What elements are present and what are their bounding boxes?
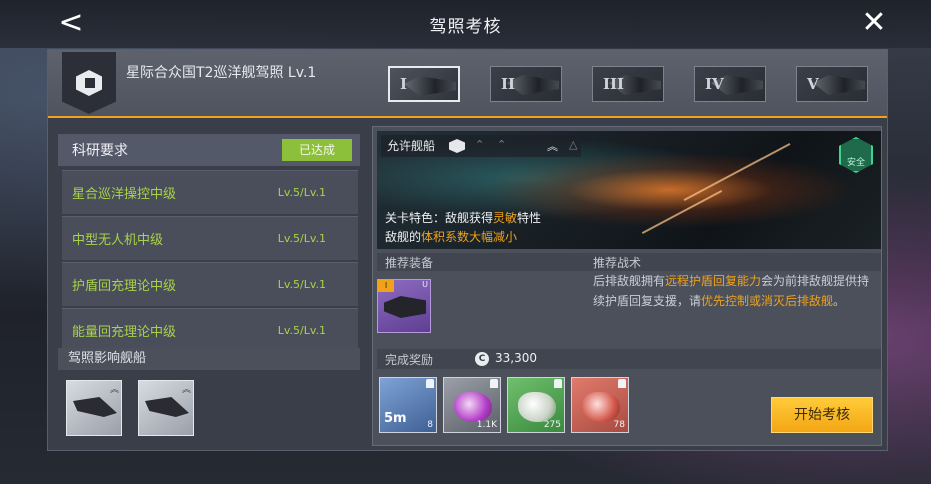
reward-item-ore[interactable]: 275 xyxy=(507,377,565,433)
license-badge-icon xyxy=(62,52,116,114)
ship-icon xyxy=(404,76,456,96)
lock-icon xyxy=(490,379,498,388)
speedup-duration: 5m xyxy=(384,411,407,426)
equipment-level-tag: I xyxy=(378,280,394,292)
license-name: 星际合众国T2巡洋舰驾照 Lv.1 xyxy=(126,65,317,81)
recommended-tactics-title: 推荐战术 xyxy=(593,256,642,270)
stage-preview: 允许舰船 ⌃ ⌃ ︽ △ 安全 关卡特色：敌舰获得灵敏特性 敌舰的体积系数大幅减… xyxy=(377,131,881,249)
scene-streak xyxy=(683,142,791,202)
requirement-item[interactable]: 星合巡洋操控中级 Lv.5/Lv.1 xyxy=(62,170,358,214)
ore-icon xyxy=(454,392,492,422)
tactics-highlight: 远程护盾回复能力 xyxy=(665,274,762,288)
ship-icon xyxy=(813,75,865,95)
requirement-item[interactable]: 能量回充理论中级 Lv.5/Lv.1 xyxy=(62,308,358,352)
rank-chevron-icon: ︽ xyxy=(109,385,119,395)
close-button[interactable]: ✕ xyxy=(858,8,890,40)
feature-text: 敌舰的 xyxy=(385,230,422,244)
requirement-item[interactable]: 中型无人机中级 Lv.5/Lv.1 xyxy=(62,216,358,260)
tier-tab-1[interactable]: I xyxy=(388,66,460,102)
equipment-icon xyxy=(384,296,426,318)
tier-label: V xyxy=(807,75,819,93)
feature-highlight: 体积系数大幅减小 xyxy=(421,230,518,244)
lock-icon xyxy=(618,379,626,388)
stage-feature: 关卡特色：敌舰获得灵敏特性 xyxy=(385,209,541,226)
lock-icon xyxy=(554,379,562,388)
class-destroyer-icon: ⌃ xyxy=(497,138,507,151)
tier-tab-3[interactable]: III xyxy=(592,66,664,102)
feature-highlight: 灵敏 xyxy=(493,211,518,225)
tactics-text: 。 xyxy=(833,294,846,308)
tier-label: II xyxy=(501,75,516,93)
class-cruiser-icon: ︽ xyxy=(547,140,558,153)
reward-count: 1.1K xyxy=(476,420,497,430)
affected-ships-title: 驾照影响舰船 xyxy=(58,348,360,370)
requirement-level: Lv.5/Lv.1 xyxy=(277,278,326,291)
equipment-grade: U xyxy=(422,280,428,289)
reward-item-speedup[interactable]: 5m 8 xyxy=(379,377,437,433)
tier-label: IV xyxy=(705,75,724,93)
recommended-tactics-text: 后排敌舰拥有远程护盾回复能力会为前排敌舰提供持续护盾回复支援，请优先控制或消灭后… xyxy=(593,271,877,311)
ore-icon xyxy=(518,392,556,422)
class-battlecruiser-icon: △ xyxy=(569,138,578,151)
ship-icon xyxy=(73,397,117,417)
class-frigate-icon: ⌃ xyxy=(475,138,485,151)
achieved-badge: 已达成 xyxy=(282,139,352,161)
requirement-name: 护盾回充理论中级 xyxy=(72,279,177,294)
scene-streak xyxy=(641,189,723,235)
requirements-list: 星合巡洋操控中级 Lv.5/Lv.1 中型无人机中级 Lv.5/Lv.1 护盾回… xyxy=(62,170,358,354)
reward-item-ore[interactable]: 78 xyxy=(571,377,629,433)
feature-text: 关卡特色：敌舰获得 xyxy=(385,211,494,225)
reward-count: 78 xyxy=(613,420,625,430)
start-exam-button[interactable]: 开始考核 xyxy=(771,397,873,433)
stage-feature-detail: 敌舰的体积系数大幅减小 xyxy=(385,228,517,245)
license-header: 星际合众国T2巡洋舰驾照 Lv.1 I II III IV V xyxy=(48,50,887,118)
requirement-item[interactable]: 护盾回充理论中级 Lv.5/Lv.1 xyxy=(62,262,358,306)
requirements-title: 科研要求 xyxy=(72,143,128,159)
affected-ship-card[interactable]: ︽ xyxy=(66,380,122,436)
reward-count: 275 xyxy=(543,420,561,430)
requirement-name: 中型无人机中级 xyxy=(72,233,164,248)
recommended-equipment-title: 推荐装备 xyxy=(385,256,434,270)
recommended-equipment-card[interactable]: I U xyxy=(377,279,431,333)
license-panel: 星际合众国T2巡洋舰驾照 Lv.1 I II III IV V 科研要求 已达成… xyxy=(47,49,888,451)
exam-detail: 允许舰船 ⌃ ⌃ ︽ △ 安全 关卡特色：敌舰获得灵敏特性 敌舰的体积系数大幅减… xyxy=(372,126,882,446)
requirements-header: 科研要求 已达成 xyxy=(58,134,360,166)
requirement-name: 星合巡洋操控中级 xyxy=(72,187,177,202)
requirement-level: Lv.5/Lv.1 xyxy=(277,186,326,199)
ore-icon xyxy=(582,392,620,422)
top-bar: < 驾照考核 ✕ xyxy=(0,0,931,48)
requirement-name: 能量回充理论中级 xyxy=(72,325,177,340)
tier-label: I xyxy=(400,75,408,93)
requirement-level: Lv.5/Lv.1 xyxy=(277,232,326,245)
affected-ship-card[interactable]: ︽ xyxy=(138,380,194,436)
reward-title: 完成奖励 xyxy=(385,353,434,367)
tier-tab-4[interactable]: IV xyxy=(694,66,766,102)
reward-count: 8 xyxy=(427,420,433,430)
tier-tab-2[interactable]: II xyxy=(490,66,562,102)
rank-chevron-icon: ︽ xyxy=(181,385,191,395)
reward-credits: 33,300 xyxy=(495,351,537,365)
reward-item-ore[interactable]: 1.1K xyxy=(443,377,501,433)
tactics-highlight: 优先控制或消灭后排敌舰 xyxy=(701,294,834,308)
tier-label: III xyxy=(603,75,625,93)
page-title: 驾照考核 xyxy=(429,17,502,37)
credit-coin-icon: C xyxy=(475,352,489,366)
safety-label: 安全 xyxy=(846,157,865,168)
lock-icon xyxy=(426,379,434,388)
recommend-header: 推荐装备 推荐战术 xyxy=(377,253,881,271)
tier-tab-5[interactable]: V xyxy=(796,66,868,102)
requirement-level: Lv.5/Lv.1 xyxy=(277,324,326,337)
ship-icon xyxy=(145,397,189,417)
safety-badge: 安全 xyxy=(839,137,873,173)
reward-header: 完成奖励 C 33,300 xyxy=(377,349,881,369)
feature-text: 特性 xyxy=(517,211,542,225)
tactics-text: 后排敌舰拥有 xyxy=(593,274,666,288)
